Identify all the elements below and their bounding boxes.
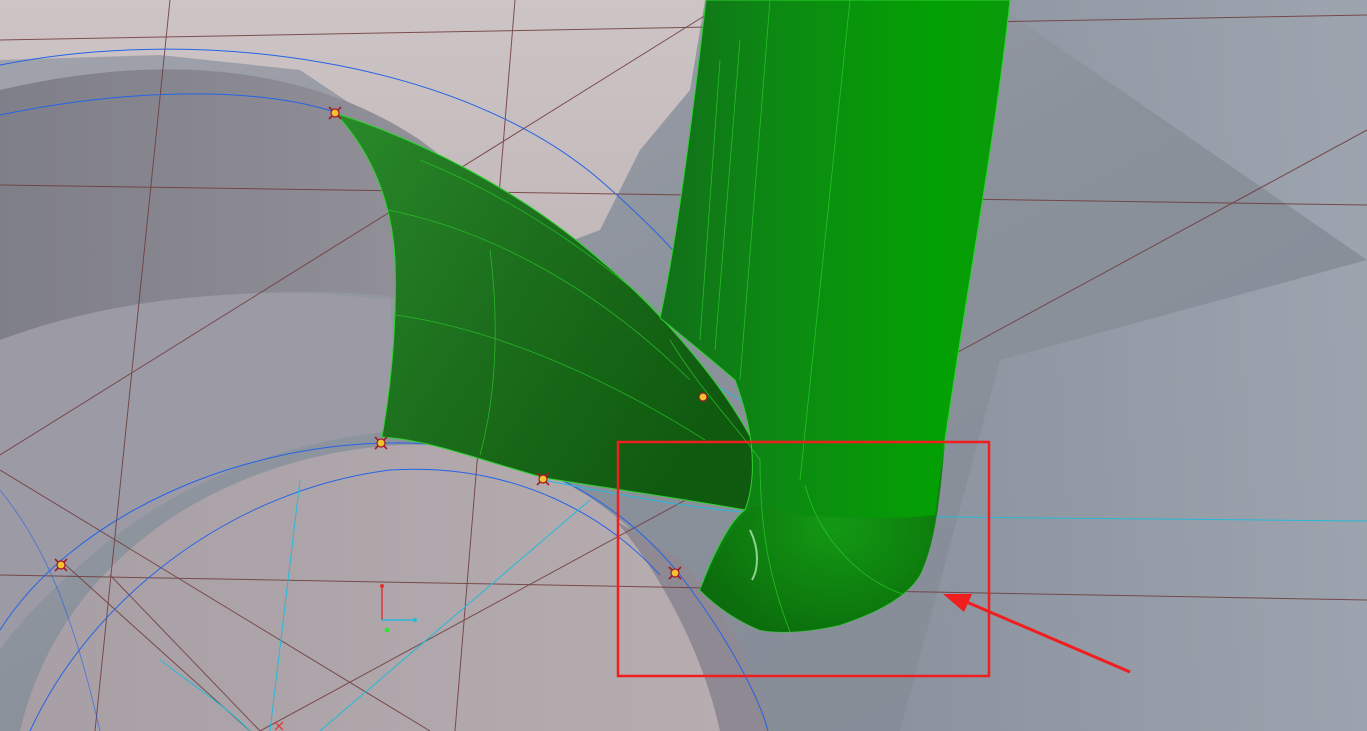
sketch-point-icon[interactable] bbox=[536, 472, 550, 486]
sketch-point-icon[interactable] bbox=[698, 392, 708, 402]
model-scene[interactable] bbox=[0, 0, 1367, 731]
sketch-point-icon[interactable] bbox=[54, 558, 68, 572]
sketch-point-icon[interactable] bbox=[328, 106, 342, 120]
cad-3d-viewport[interactable] bbox=[0, 0, 1367, 731]
sketch-point-icon[interactable] bbox=[374, 436, 388, 450]
sketch-point-icon[interactable] bbox=[668, 566, 682, 580]
